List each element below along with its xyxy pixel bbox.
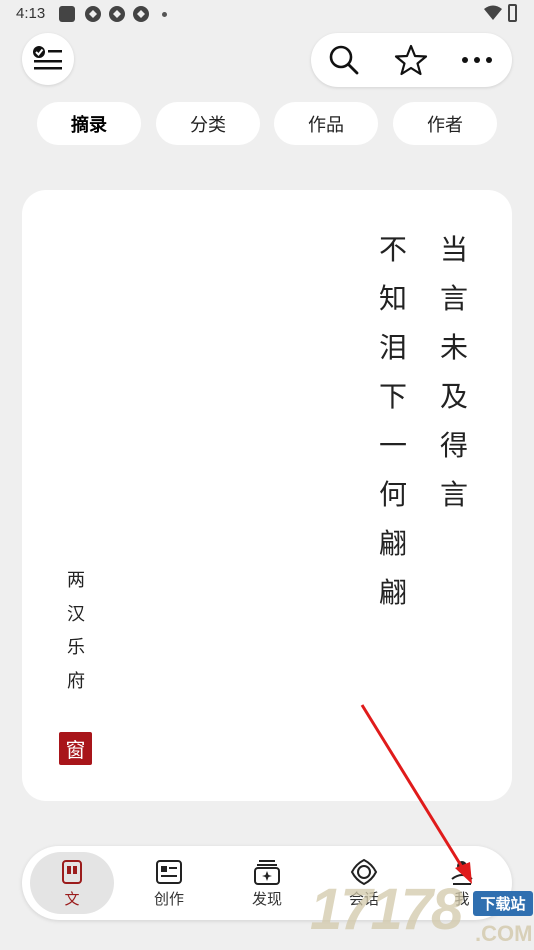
filter-chip-works[interactable]: 作品 [274,102,378,145]
watermark-logo: 17178 下载站 .COM [310,877,533,946]
watermark-tag: 下载站 [473,891,533,916]
notification-icon [133,6,149,22]
nav-item-discover[interactable]: 发现 [225,846,309,920]
more-icon [462,57,492,63]
notification-icon [109,6,125,22]
star-icon [394,44,428,76]
nav-label-text: 文 [64,889,80,908]
nav-label-create: 创作 [153,889,184,908]
status-bar: 4:13 [0,0,534,30]
poem-card[interactable]: 当言未及得言 不知泪下一何翩翩 两汉乐府 窗 [22,190,512,801]
wifi-icon [484,5,502,20]
book-icon [58,858,86,886]
seal-stamp: 窗 [59,732,92,765]
notification-icon [85,6,101,22]
nav-item-create[interactable]: 创作 [127,846,211,920]
status-time: 4:13 [16,5,46,22]
poem-source: 两汉乐府 [67,570,85,692]
watermark-suffix: .COM [475,921,533,946]
more-notifications-dot [162,12,167,17]
favorite-button[interactable] [394,43,428,77]
search-icon [329,45,359,75]
battery-icon [508,4,517,22]
verse-column-1: 当言未及得言 [439,233,468,511]
search-button[interactable] [327,43,361,77]
filter-chip-category[interactable]: 分类 [156,102,260,145]
more-options-button[interactable] [460,43,494,77]
nav-item-text[interactable]: 文 [30,852,114,914]
checklist-icon [33,46,62,70]
filter-chip-excerpt[interactable]: 摘录 [37,102,141,145]
discover-icon [253,858,281,886]
verse-column-2: 不知泪下一何翩翩 [378,233,407,609]
nav-label-discover: 发现 [251,889,282,908]
filter-chip-author[interactable]: 作者 [393,102,497,145]
notification-app-icon [59,6,75,22]
compose-icon [155,858,183,886]
top-toolbar [311,33,512,87]
checklist-menu-button[interactable] [22,33,74,85]
